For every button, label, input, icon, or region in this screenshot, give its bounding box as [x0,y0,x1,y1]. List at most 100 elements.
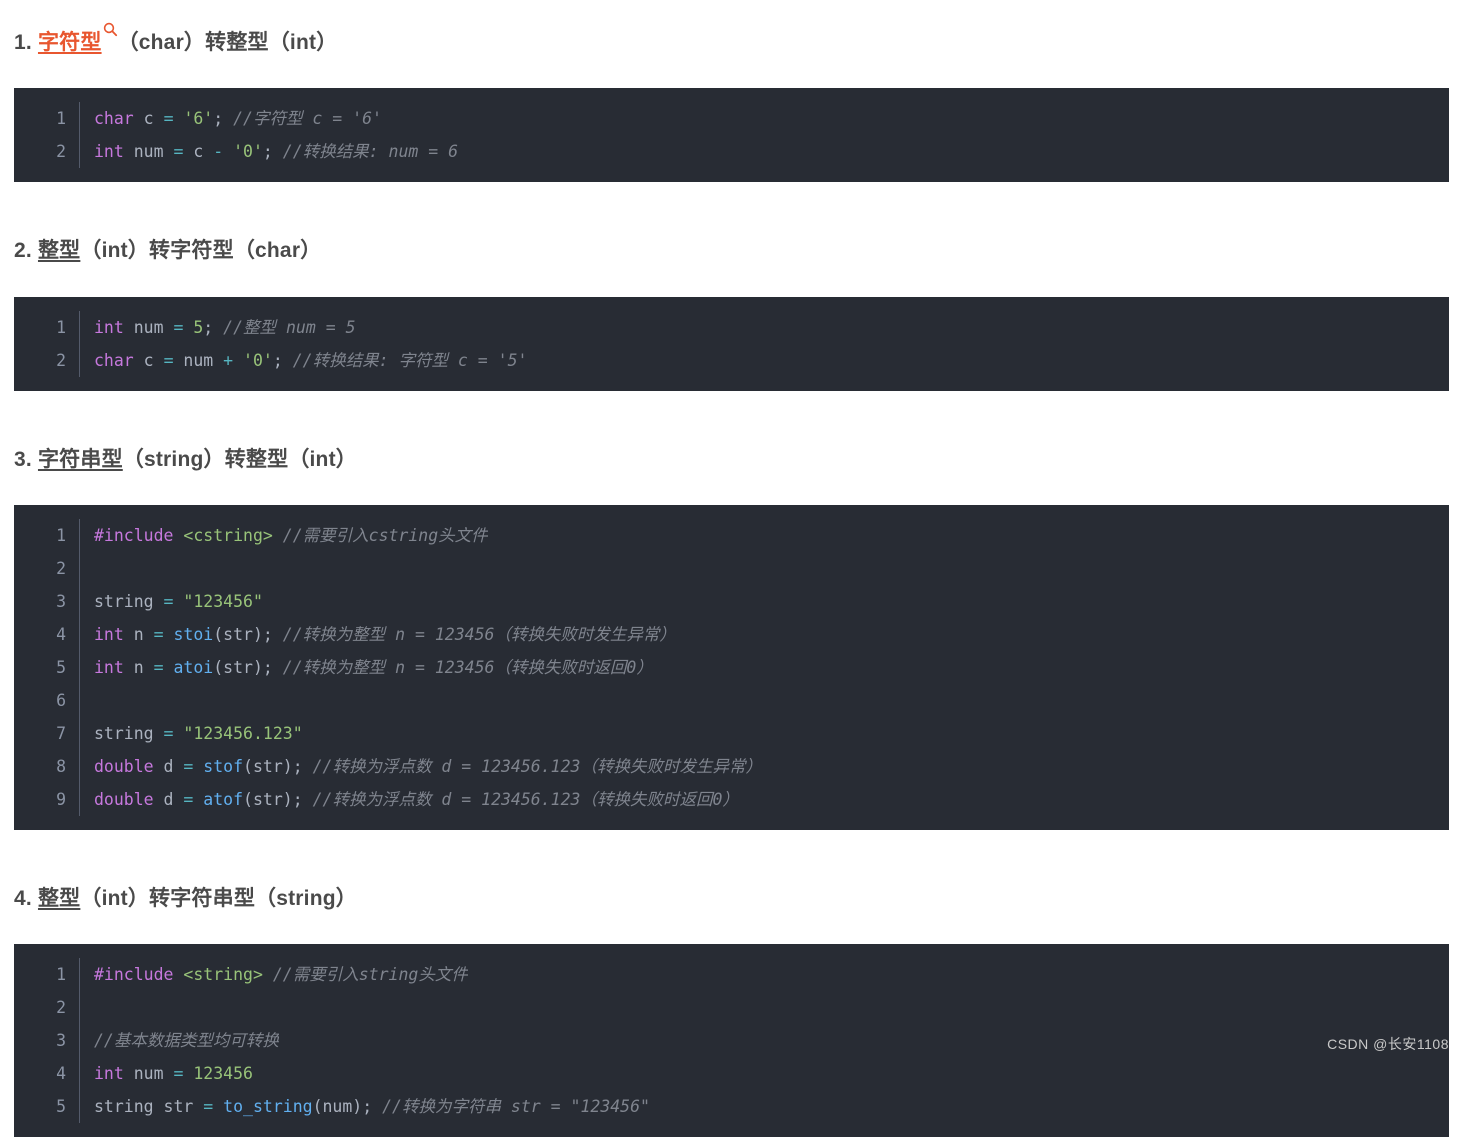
token-var [164,658,174,677]
token-var [213,318,223,337]
code-line: 1 char c = '6'; //字符型 c = '6' [14,102,1449,136]
token-str: "123456" [183,592,263,612]
token-str: '0' [233,142,263,162]
code-text: double d = atof(str); //转换为浮点数 d = 12345… [80,783,739,816]
line-number: 5 [14,1090,80,1124]
token-com: //转换结果: num = 6 [282,142,459,162]
code-text: #include <string> //需要引入string头文件 [80,958,468,991]
line-number: 1 [14,102,80,136]
token-op: = [203,1097,214,1117]
token-punc: ; [262,142,273,162]
line-number: 9 [14,783,80,817]
code-text: double d = stof(str); //转换为浮点数 d = 12345… [80,750,762,783]
code-text: string str = to_string(num); //转换为字符串 st… [80,1090,650,1123]
token-var [273,142,283,161]
code-line: 9 double d = atof(str); //转换为浮点数 d = 1234… [14,783,1449,817]
heading-rest-3: （string）转整型（int） [122,447,357,471]
line-number: 2 [14,552,80,586]
code-line: 2 [14,991,1449,1025]
token-punc: ; [203,317,214,337]
token-var: d [153,790,184,810]
token-str: "123456.123" [183,724,303,744]
token-com: //基本数据类型均可转换 [94,1031,279,1051]
token-op: = [163,350,174,370]
token-kw: int [94,1064,124,1084]
token-var: string [94,724,164,744]
code-text: char c = '6'; //字符型 c = '6' [80,102,382,135]
token-com: //需要引入cstring头文件 [282,526,488,546]
section-heading-2: 2. 整型（int）转字符型（char） [0,237,1463,265]
token-punc: (str); [243,790,303,810]
token-var: num [173,350,224,370]
token-var: num [123,317,174,337]
line-number: 1 [14,958,80,992]
token-com: //转换结果: 字符型 c = '5' [292,350,528,370]
token-fn: stoi [173,625,214,645]
heading-rest-1: （char）转整型（int） [117,31,338,54]
code-text: int num = 123456 [80,1057,253,1090]
token-pre: #include [94,526,174,546]
section-heading-1: 1. 字符型 （char）转整型（int） [0,22,1463,57]
line-number: 2 [14,135,80,169]
token-var [372,1097,382,1116]
token-var [263,965,273,984]
token-var: d [153,757,184,777]
token-com: //转换为整型 n = 123456（转换失败时返回0） [282,658,653,678]
token-var [173,526,183,545]
code-text: int n = atoi(str); //转换为整型 n = 123456（转换… [80,651,653,684]
line-number: 8 [14,750,80,784]
csdn-watermark: CSDN @长安1108 [1327,1036,1449,1052]
search-icon[interactable] [103,22,118,37]
token-var: c [133,350,164,370]
token-op: - [213,142,224,162]
token-op: = [173,1064,184,1084]
code-block-3[interactable]: 1 #include <cstring> //需要引入cstring头文件 2 3s… [14,505,1449,831]
line-number: 4 [14,618,80,652]
token-var [303,790,313,809]
token-var [273,658,283,677]
code-line: 3 //基本数据类型均可转换 [14,1024,1449,1058]
token-kw: char [94,109,134,129]
line-number: 5 [14,651,80,685]
code-text: char c = num + '0'; //转换结果: 字符型 c = '5' [80,344,527,377]
token-op: = [153,625,164,645]
token-kw: double [94,757,154,777]
token-com: //转换为浮点数 d = 123456.123（转换失败时返回0） [312,790,739,810]
heading-underline-term-4: 整型 [37,887,81,911]
token-op: = [163,592,174,612]
line-number: 3 [14,585,80,619]
section-heading-4: 4. 整型（int）转字符串型（string） [0,885,1463,913]
code-text: //基本数据类型均可转换 [80,1024,279,1057]
code-block-2[interactable]: 1 int num = 5; //整型 num = 5 2 char c = num … [14,296,1449,391]
token-var: string [94,592,164,612]
token-kw: char [94,350,134,370]
line-number: 3 [14,1024,80,1058]
line-number: 4 [14,1057,80,1091]
heading-rest-4: （int）转字符串型（string） [80,887,357,911]
section-heading-3: 3. 字符串型（string）转整型（int） [0,446,1463,474]
token-var [283,351,293,370]
token-var: num [123,1064,174,1084]
code-block-4[interactable]: 1 #include <string> //需要引入string头文件 2 3 //基… [14,944,1449,1137]
line-number: 6 [14,684,80,718]
code-block-1[interactable]: 1 char c = '6'; //字符型 c = '6' 2 int num = c… [14,88,1449,183]
token-var [273,526,283,545]
heading-highlight-term[interactable]: 字符型 [38,31,102,54]
line-number: 2 [14,991,80,1025]
code-line: 4 int n = stoi(str); //转换为整型 n = 123456（转… [14,618,1449,652]
token-var [183,318,193,337]
code-line: 2 [14,552,1449,586]
token-str: '6' [183,109,214,129]
token-kw: int [94,142,124,162]
token-var [173,965,183,984]
token-com: //字符型 c = '6' [233,109,382,129]
token-kw: int [94,317,124,337]
token-com: //转换为整型 n = 123456（转换失败时发生异常） [282,625,676,645]
code-line: 2 int num = c - '0'; //转换结果: num = 6 [14,135,1449,169]
